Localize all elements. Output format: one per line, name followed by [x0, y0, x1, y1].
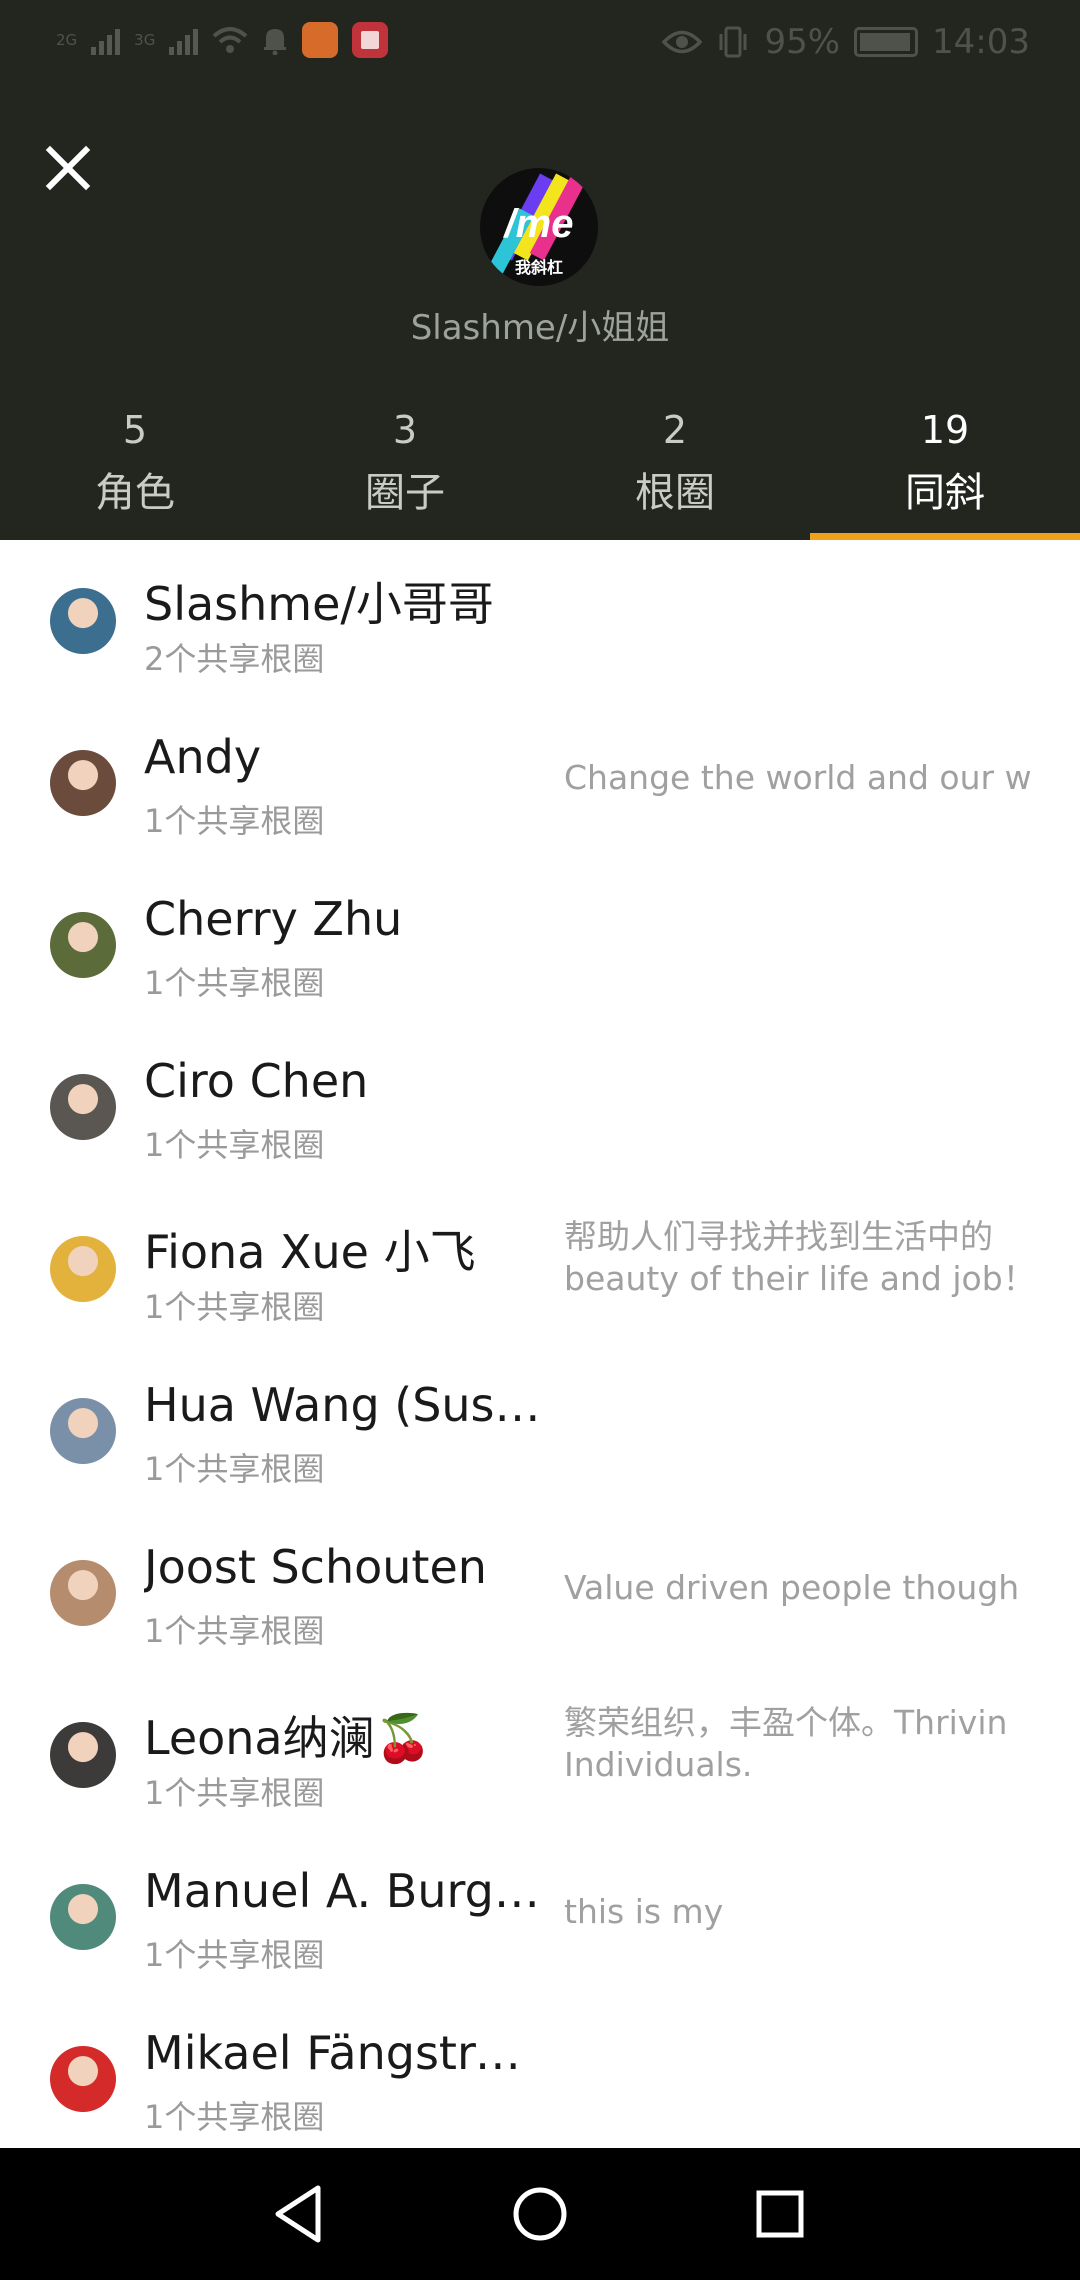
contact-bio-line: Individuals.: [564, 1745, 753, 1784]
contact-name: Andy: [144, 730, 262, 784]
avatar: [50, 1074, 116, 1140]
shared-circles-count: 1个共享根圈: [144, 2098, 325, 2136]
shared-circles-count: 1个共享根圈: [144, 802, 325, 840]
recent-apps-icon[interactable]: [744, 2178, 816, 2250]
avatar: [50, 588, 116, 654]
avatar: [50, 1236, 116, 1302]
contact-name: Fiona Xue 小飞: [144, 1225, 476, 1279]
battery-percent: 95%: [764, 22, 841, 62]
shared-circles-count: 1个共享根圈: [144, 1450, 325, 1488]
contact-row[interactable]: Slashme/小哥哥 2个共享根圈: [0, 540, 1080, 702]
tab-count: 19: [920, 408, 970, 452]
avatar: [50, 750, 116, 816]
tab-roles[interactable]: 5 角色: [0, 400, 270, 540]
contact-name: Mikael Fängström: [144, 2026, 544, 2080]
avatar: [50, 912, 116, 978]
shared-circles-count: 1个共享根圈: [144, 964, 325, 1002]
contact-row[interactable]: Joost Schouten 1个共享根圈 Value driven people …: [0, 1512, 1080, 1674]
avatar: [50, 1560, 116, 1626]
network-type-2: 3G: [134, 30, 156, 49]
contact-bio-line: Change the world and our wo: [564, 758, 1032, 797]
contact-bio: 繁荣组织，丰盈个体。Thrivin Individuals.: [564, 1702, 1032, 1786]
contact-bio: Value driven people though pu: [564, 1567, 1032, 1609]
vibrate-icon: [719, 26, 747, 58]
contact-bio-line: this is my: [564, 1892, 724, 1931]
contact-name: Joost Schouten: [144, 1540, 487, 1594]
clock: 14:03: [932, 22, 1030, 62]
tab-count: 3: [392, 408, 418, 452]
eye-comfort-icon: [662, 30, 703, 54]
signal-icon: [91, 25, 121, 55]
contact-bio-line: 繁荣组织，丰盈个体。Thrivin: [564, 1703, 1008, 1742]
contact-bio-line: 帮助人们寻找并找到生活中的: [564, 1217, 993, 1256]
tab-label: 角色: [95, 470, 175, 516]
contact-row[interactable]: Ciro Chen 1个共享根圈: [0, 1026, 1080, 1188]
shared-circles-count: 1个共享根圈: [144, 1126, 325, 1164]
signal-icon-2: [169, 25, 199, 55]
contact-bio-line: beauty of their life and job！: [564, 1259, 1032, 1298]
status-bar: 2G 3G 95% 14:03: [0, 0, 1080, 90]
avatar: [50, 1884, 116, 1950]
contact-row[interactable]: Hua Wang (Susa... 1个共享根圈: [0, 1350, 1080, 1512]
contact-row[interactable]: Andy 1个共享根圈 Change the world and our wo: [0, 702, 1080, 864]
tab-label: 根圈: [635, 470, 715, 516]
profile-header: 2G 3G 95% 14:03 /me 我斜杠 Slashme/小姐姐 5 角色…: [0, 0, 1080, 540]
shared-circles-count: 1个共享根圈: [144, 1288, 325, 1326]
network-type-1: 2G: [56, 30, 78, 49]
avatar: [50, 2046, 116, 2112]
contact-list: Slashme/小哥哥 2个共享根圈 Andy 1个共享根圈 Change the wo…: [0, 540, 1080, 2160]
shared-circles-count: 1个共享根圈: [144, 1774, 325, 1812]
avatar: [50, 1722, 116, 1788]
contact-row[interactable]: Manuel A. Burgos 1个共享根圈 this is my: [0, 1836, 1080, 1998]
back-icon[interactable]: [264, 2178, 336, 2250]
reader-app-icon: [352, 22, 389, 58]
avatar: [50, 1398, 116, 1464]
contact-name: Cherry Zhu: [144, 892, 403, 946]
navigation-bar: [0, 2148, 1080, 2280]
contact-bio: 帮助人们寻找并找到生活中的 beauty of their life and jo…: [564, 1216, 1032, 1300]
close-icon[interactable]: [36, 136, 100, 200]
contact-bio: this is my: [564, 1891, 1032, 1933]
logo-subtext: 我斜杠: [514, 258, 563, 277]
shared-circles-count: 1个共享根圈: [144, 1936, 325, 1974]
tab-count: 5: [122, 408, 148, 452]
contact-row[interactable]: Cherry Zhu 1个共享根圈: [0, 864, 1080, 1026]
tab-bar: 5 角色 3 圈子 2 根圈 19 同斜: [0, 400, 1080, 540]
contact-row[interactable]: Leona纳澜🍒 1个共享根圈 繁荣组织，丰盈个体。Thrivin Individua…: [0, 1674, 1080, 1836]
tab-fellow-slashers[interactable]: 19 同斜: [810, 400, 1080, 540]
contact-bio-line: Value driven people though pu: [564, 1568, 1032, 1607]
profile-name: Slashme/小姐姐: [410, 308, 670, 348]
tab-label: 圈子: [365, 470, 445, 516]
wifi-icon: [213, 27, 248, 53]
shared-circles-count: 1个共享根圈: [144, 1612, 325, 1650]
home-icon[interactable]: [504, 2178, 576, 2250]
contact-name: Slashme/小哥哥: [144, 577, 494, 631]
contact-name: Manuel A. Burgos: [144, 1864, 544, 1918]
profile-avatar[interactable]: /me 我斜杠: [480, 168, 598, 286]
tab-root-circles[interactable]: 2 根圈: [540, 400, 810, 540]
uc-browser-icon: [302, 22, 339, 58]
contact-row[interactable]: Mikael Fängström 1个共享根圈: [0, 1998, 1080, 2160]
contact-name: Ciro Chen: [144, 1054, 369, 1108]
contact-name: Leona纳澜🍒: [144, 1711, 432, 1765]
contact-name: Hua Wang (Susa...: [144, 1378, 544, 1432]
battery-icon: [854, 27, 919, 57]
tab-label: 同斜: [905, 470, 985, 516]
tab-circles[interactable]: 3 圈子: [270, 400, 540, 540]
notification-bell-icon: [264, 29, 287, 55]
tab-count: 2: [662, 408, 688, 452]
contact-row[interactable]: Fiona Xue 小飞 1个共享根圈 帮助人们寻找并找到生活中的 beauty of…: [0, 1188, 1080, 1350]
shared-circles-count: 2个共享根圈: [144, 640, 325, 678]
logo-text: /me: [504, 202, 574, 246]
contact-bio: Change the world and our wo: [564, 757, 1032, 799]
